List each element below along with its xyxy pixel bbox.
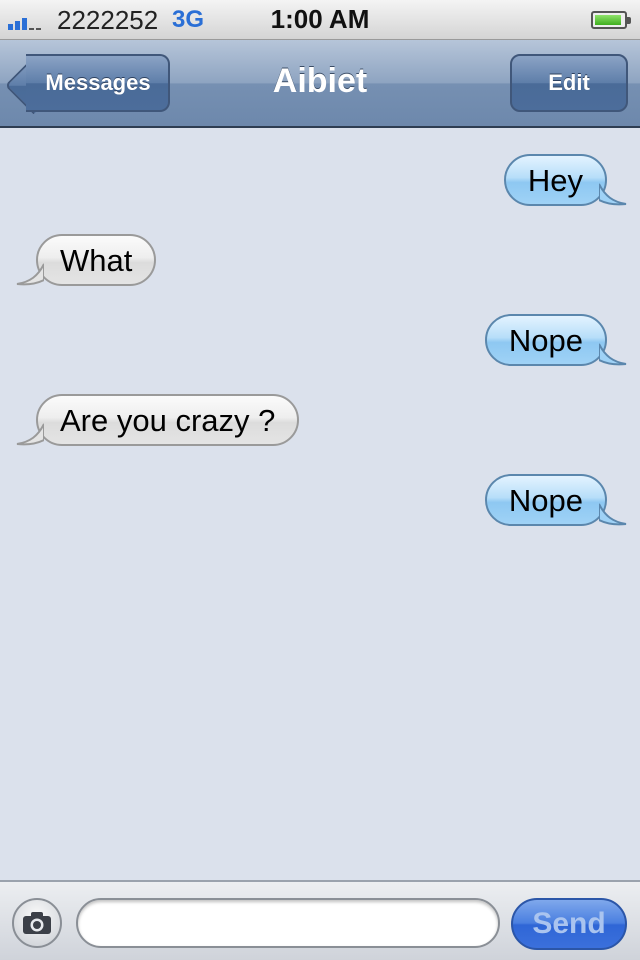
edit-button[interactable]: Edit bbox=[510, 54, 628, 112]
message-bubble-received[interactable]: What bbox=[16, 234, 157, 286]
message-bubble-received[interactable]: Are you crazy ? bbox=[16, 394, 300, 446]
bubble-tail-icon bbox=[16, 263, 44, 286]
message-thread[interactable]: Hey What Nope Are you crazy ? Nope bbox=[0, 128, 640, 880]
message-text: Nope bbox=[508, 483, 583, 518]
message-text: Are you crazy ? bbox=[60, 403, 276, 438]
bubble-tail-icon bbox=[599, 503, 627, 526]
conversation-title: Aibiet bbox=[272, 62, 368, 100]
back-button-label: Messages bbox=[45, 70, 151, 95]
messages-app: 2222252 3G 1:00 AM Messages Aibiet Edit … bbox=[0, 0, 640, 960]
message-text: Nope bbox=[508, 323, 583, 358]
message-text: What bbox=[60, 243, 133, 278]
battery-level bbox=[595, 15, 621, 25]
send-button-label: Send bbox=[532, 907, 606, 940]
message-bubble-sent[interactable]: Hey bbox=[503, 154, 627, 206]
bubble-tail-icon bbox=[599, 343, 627, 366]
status-time: 1:00 AM bbox=[270, 4, 370, 34]
bubble-tail-icon bbox=[599, 183, 627, 206]
send-button[interactable]: Send bbox=[511, 898, 627, 950]
message-text: Hey bbox=[527, 163, 583, 198]
battery-icon bbox=[591, 11, 631, 29]
message-bubble-sent[interactable]: Nope bbox=[484, 314, 627, 366]
message-input[interactable] bbox=[76, 898, 500, 948]
back-button[interactable]: Messages bbox=[26, 54, 170, 112]
camera-button[interactable] bbox=[12, 898, 62, 948]
bubble-tail-icon bbox=[16, 423, 44, 446]
status-bar: 2222252 3G 1:00 AM bbox=[0, 0, 640, 40]
navigation-bar: Messages Aibiet Edit bbox=[0, 40, 640, 128]
message-composer: Send bbox=[0, 880, 640, 960]
message-bubble-sent[interactable]: Nope bbox=[484, 474, 627, 526]
edit-button-label: Edit bbox=[548, 70, 590, 95]
camera-icon bbox=[23, 912, 51, 934]
